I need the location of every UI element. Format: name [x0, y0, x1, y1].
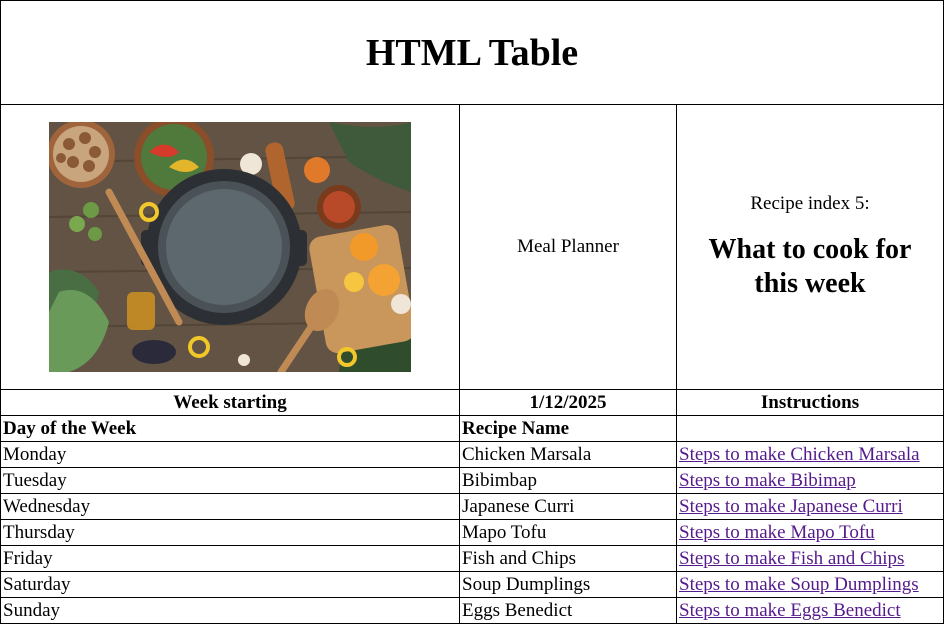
recipe-index-label: Recipe index 5: [750, 192, 870, 214]
steps-link-friday[interactable]: Steps to make Fish and Chips [679, 548, 904, 569]
planner-label: Meal Planner [517, 236, 619, 257]
recipe-cell: Bibimbap [459, 467, 677, 494]
table-row: Wednesday Japanese Curri Steps to make J… [0, 493, 945, 520]
steps-link-saturday[interactable]: Steps to make Soup Dumplings [679, 574, 919, 595]
day-cell: Saturday [0, 571, 460, 598]
hero-row: Meal Planner Recipe index 5: What to coo… [0, 104, 945, 390]
title-cell: HTML Table [0, 0, 945, 105]
recipe-index-cell: Recipe index 5: What to cook for this we… [675, 104, 945, 390]
link-cell: Steps to make Fish and Chips [675, 545, 945, 572]
steps-link-sunday[interactable]: Steps to make Eggs Benedict [679, 600, 901, 621]
day-cell: Thursday [0, 519, 460, 546]
day-cell: Sunday [0, 597, 460, 624]
instructions-header: Instructions [675, 389, 945, 416]
page-title: HTML Table [365, 31, 579, 74]
headline-line-1: What to cook for [708, 233, 912, 265]
table-row: Thursday Mapo Tofu Steps to make Mapo To… [0, 519, 945, 546]
title-row: HTML Table [0, 0, 945, 105]
link-cell: Steps to make Bibimap [675, 467, 945, 494]
link-cell: Steps to make Mapo Tofu [675, 519, 945, 546]
food-photo-image [49, 122, 411, 372]
link-cell: Steps to make Japanese Curri [675, 493, 945, 520]
photo-cell [0, 104, 460, 390]
table-row: Saturday Soup Dumplings Steps to make So… [0, 571, 945, 598]
table-row: Tuesday Bibimbap Steps to make Bibimap [0, 467, 945, 494]
day-cell: Wednesday [0, 493, 460, 520]
steps-link-wednesday[interactable]: Steps to make Japanese Curri [679, 496, 903, 517]
steps-link-monday[interactable]: Steps to make Chicken Marsala [679, 444, 920, 465]
day-column-header: Day of the Week [0, 415, 460, 442]
day-cell: Monday [0, 441, 460, 468]
recipe-cell: Mapo Tofu [459, 519, 677, 546]
recipe-cell: Japanese Curri [459, 493, 677, 520]
recipe-cell: Soup Dumplings [459, 571, 677, 598]
column-header-row: Day of the Week Recipe Name [0, 415, 945, 442]
week-starting-label: Week starting [0, 389, 460, 416]
planner-cell: Meal Planner [459, 104, 677, 390]
recipe-cell: Chicken Marsala [459, 441, 677, 468]
link-cell: Steps to make Soup Dumplings [675, 571, 945, 598]
day-cell: Tuesday [0, 467, 460, 494]
empty-header-cell [675, 415, 945, 442]
day-cell: Friday [0, 545, 460, 572]
table-row: Friday Fish and Chips Steps to make Fish… [0, 545, 945, 572]
steps-link-tuesday[interactable]: Steps to make Bibimap [679, 470, 856, 491]
recipe-cell: Fish and Chips [459, 545, 677, 572]
steps-link-thursday[interactable]: Steps to make Mapo Tofu [679, 522, 875, 543]
recipe-cell: Eggs Benedict [459, 597, 677, 624]
recipe-column-header: Recipe Name [459, 415, 677, 442]
week-date: 1/12/2025 [459, 389, 677, 416]
meal-planner-table: HTML Table Meal Planner Recipe index 5: … [0, 0, 945, 624]
table-row: Monday Chicken Marsala Steps to make Chi… [0, 441, 945, 468]
link-cell: Steps to make Eggs Benedict [675, 597, 945, 624]
table-row: Sunday Eggs Benedict Steps to make Eggs … [0, 597, 945, 624]
link-cell: Steps to make Chicken Marsala [675, 441, 945, 468]
headline: What to cook for this week [677, 233, 943, 301]
week-row: Week starting 1/12/2025 Instructions [0, 389, 945, 416]
headline-line-2: this week [754, 268, 866, 299]
